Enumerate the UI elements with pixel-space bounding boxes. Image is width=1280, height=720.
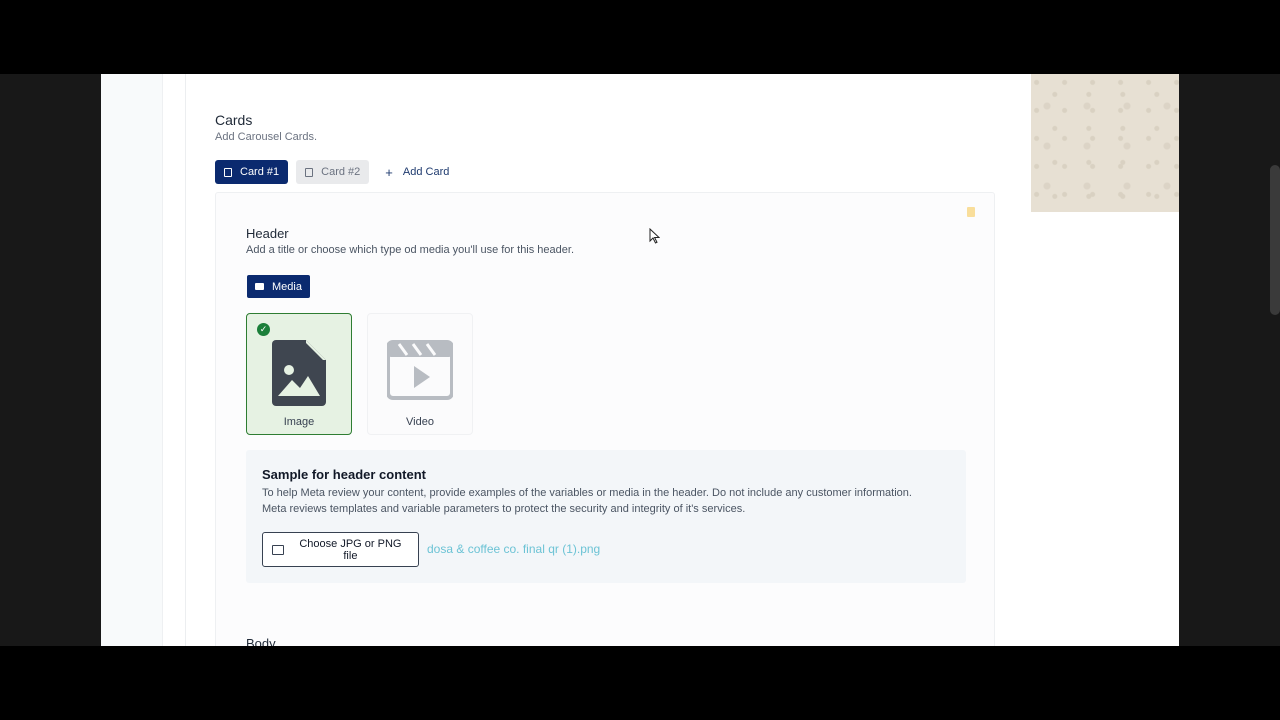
app-window: Cards Add Carousel Cards. Card #1 Card #… <box>101 74 1179 646</box>
header-section-subtitle: Add a title or choose which type od medi… <box>246 244 575 256</box>
plus-icon: + <box>385 164 393 180</box>
body-section-title: Body <box>246 636 276 646</box>
whatsapp-preview-pane <box>1031 74 1179 212</box>
card-tabs: Card #1 Card #2 + Add Card <box>215 160 457 184</box>
letterbox-top <box>0 0 1280 74</box>
video-clapper-icon <box>387 340 453 400</box>
tab-card-1-label: Card #1 <box>240 166 280 178</box>
tab-card-1[interactable]: Card #1 <box>215 160 289 184</box>
header-section-title: Header <box>246 226 289 241</box>
media-option-image[interactable]: ✓ Image <box>246 313 352 435</box>
sample-title: Sample for header content <box>262 467 426 482</box>
left-nav-strip <box>101 74 163 646</box>
delete-card-icon[interactable] <box>967 207 975 217</box>
media-option-video-label: Video <box>406 416 434 428</box>
media-option-image-label: Image <box>283 416 315 428</box>
choose-file-button[interactable]: Choose JPG or PNG file <box>262 532 419 567</box>
tab-card-2[interactable]: Card #2 <box>296 160 370 184</box>
choose-file-label: Choose JPG or PNG file <box>299 537 402 562</box>
add-card-button[interactable]: + Add Card <box>377 165 457 180</box>
sample-description: To help Meta review your content, provid… <box>262 487 912 515</box>
cards-section-subtitle: Add Carousel Cards. <box>215 131 318 143</box>
media-icon <box>255 283 264 290</box>
image-file-icon <box>272 340 326 406</box>
side-background-right <box>1179 74 1280 646</box>
card-editor-panel: Header Add a title or choose which type … <box>215 192 995 646</box>
image-icon <box>272 544 284 555</box>
check-circle-icon: ✓ <box>257 323 270 336</box>
tab-card-2-label: Card #2 <box>321 166 361 178</box>
side-background-left <box>0 74 101 646</box>
content-divider <box>185 74 186 646</box>
card-icon <box>305 167 314 177</box>
letterbox-bottom <box>0 646 1280 720</box>
sample-content-box: Sample for header content To help Meta r… <box>246 450 966 583</box>
media-option-video[interactable]: Video <box>367 313 473 435</box>
mouse-cursor-icon <box>649 228 660 244</box>
selected-file-name[interactable]: dosa & coffee co. final qr (1).png <box>427 542 600 556</box>
cards-section-title: Cards <box>215 112 253 128</box>
outer-scrollbar-thumb[interactable] <box>1270 165 1280 315</box>
media-type-button[interactable]: Media <box>247 275 310 298</box>
add-card-label: Add Card <box>402 166 450 178</box>
card-icon <box>224 167 232 177</box>
media-button-label: Media <box>272 280 302 293</box>
